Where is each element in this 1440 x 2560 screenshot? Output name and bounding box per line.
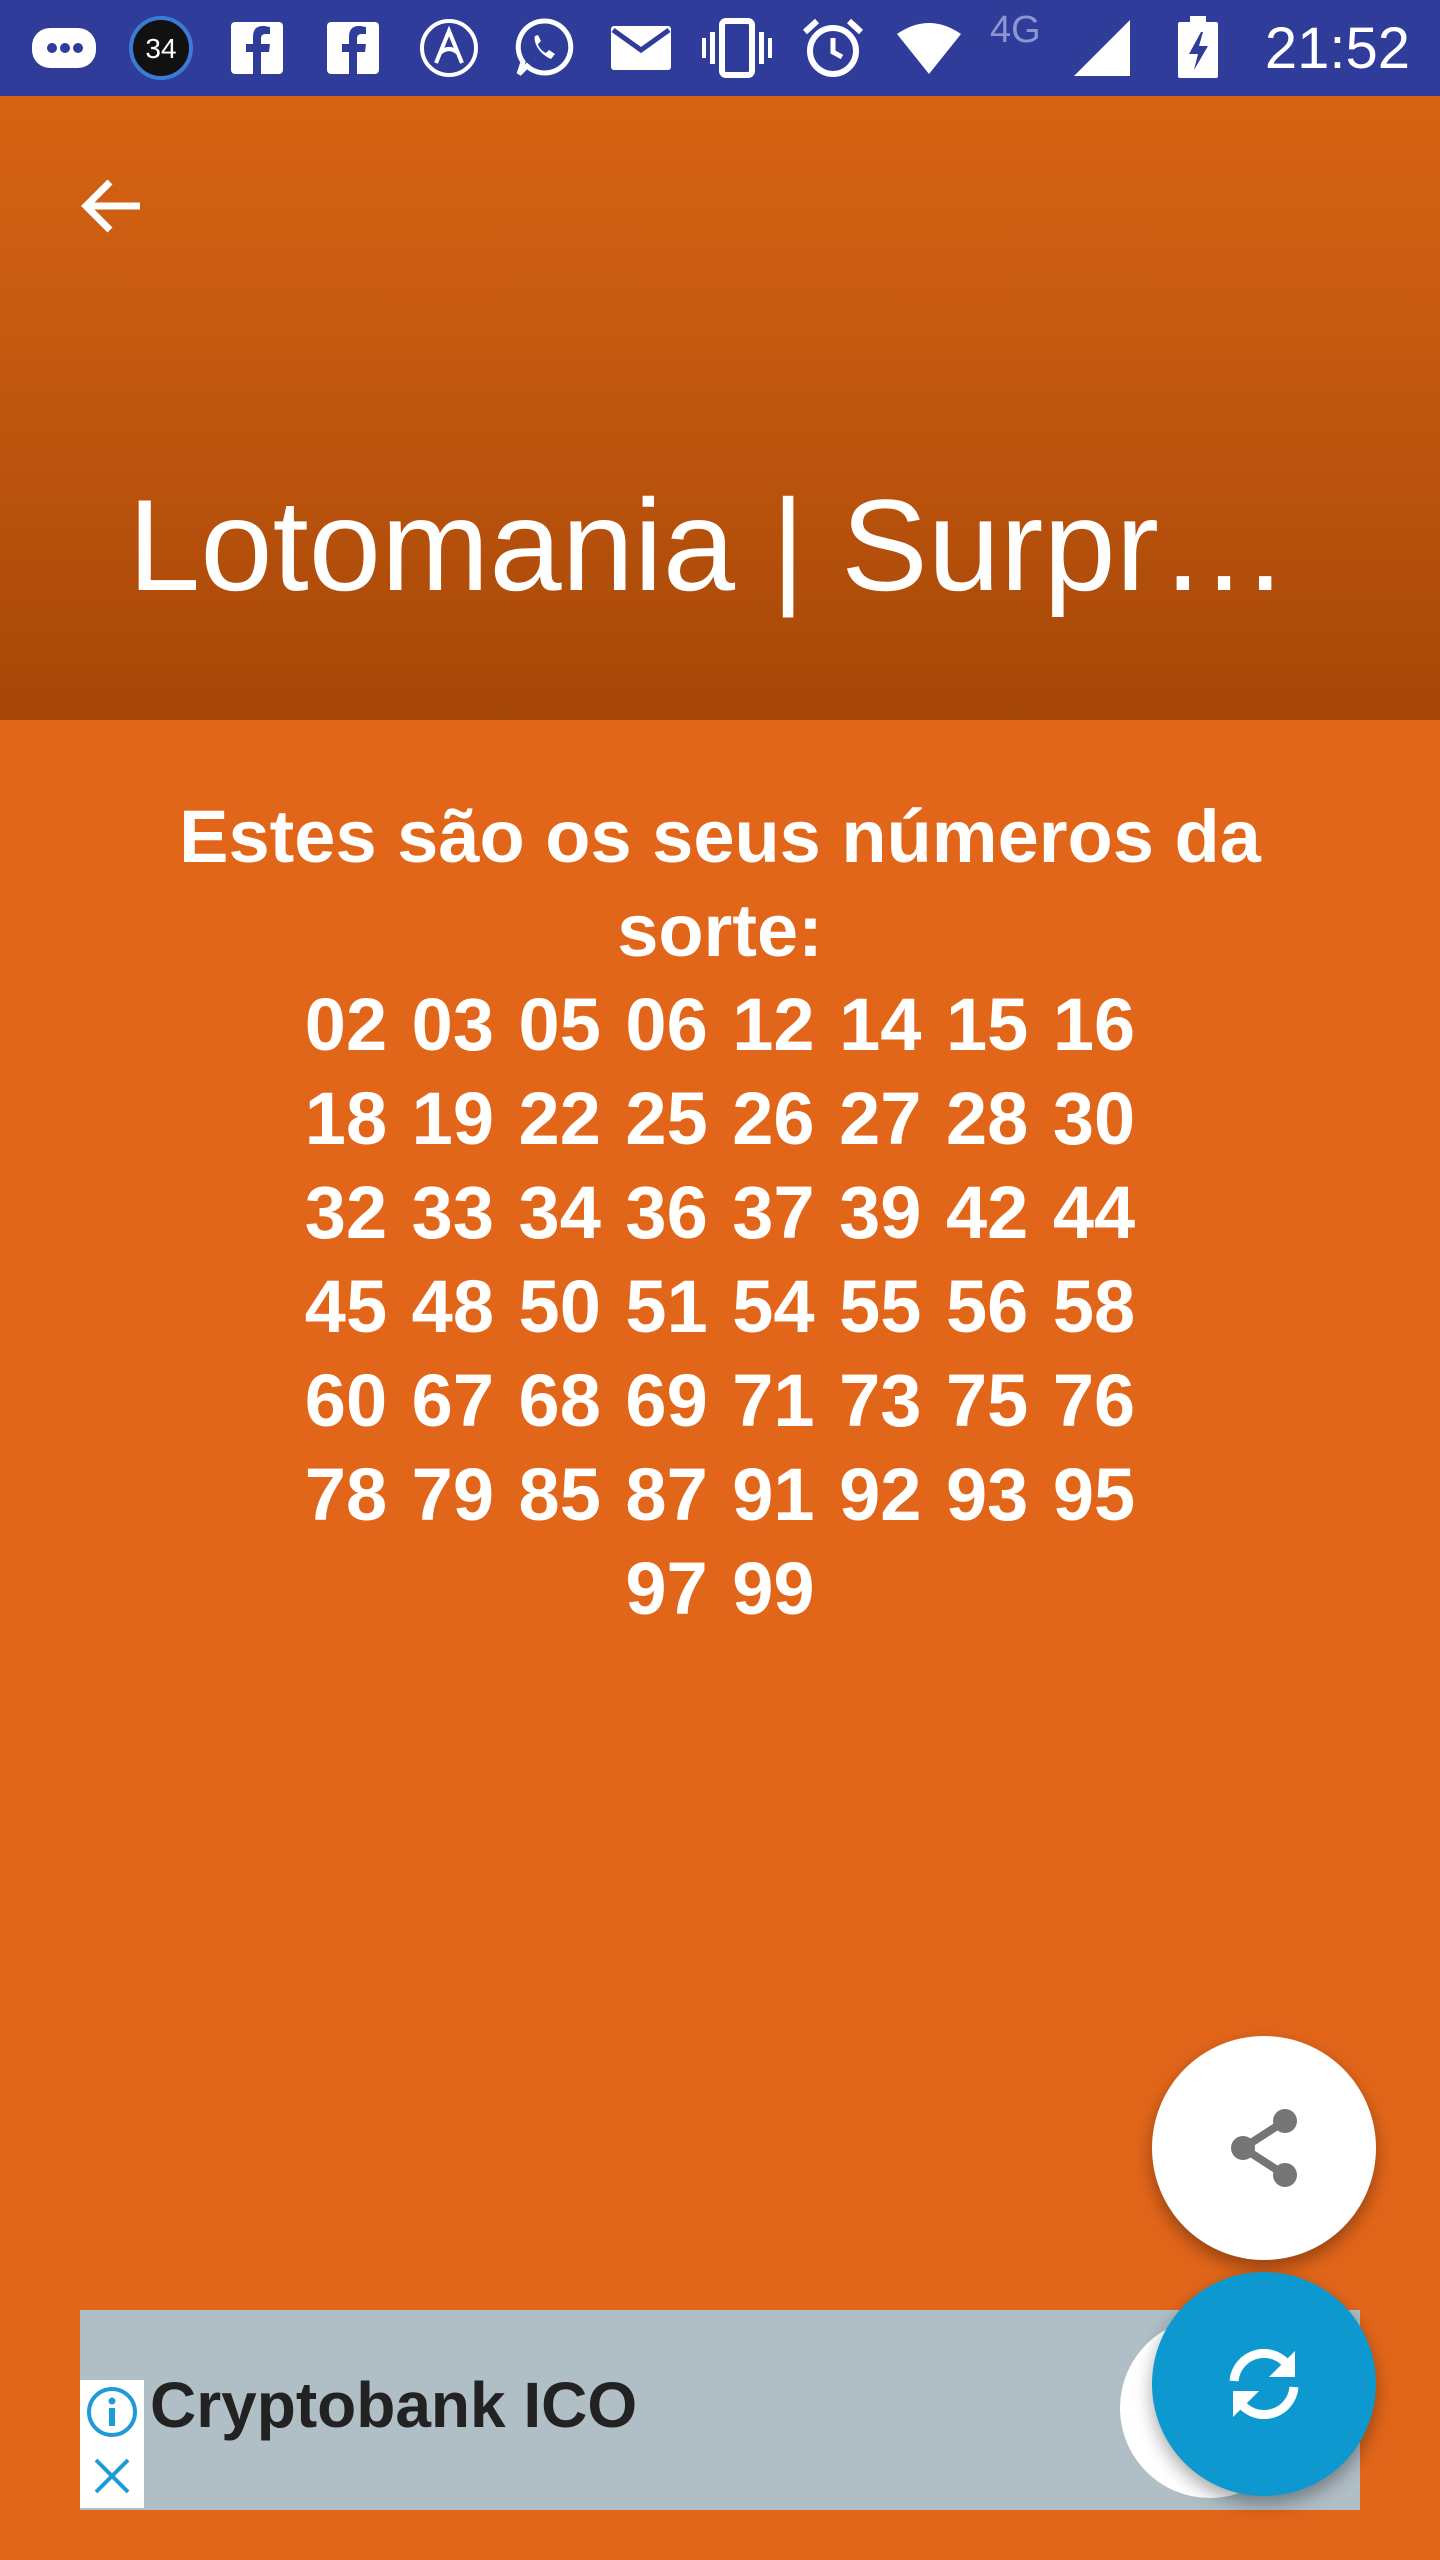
- share-button[interactable]: [1152, 2036, 1376, 2260]
- whatsapp-icon: [510, 13, 580, 83]
- signal-icon: [1067, 13, 1137, 83]
- badge-icon: 34: [126, 13, 196, 83]
- status-icons: 34 4G: [30, 8, 1233, 84]
- clock: 21:52: [1264, 16, 1410, 81]
- lucky-numbers-list: 02 03 05 06 12 14 15 16 18 19 22 25 26 2…: [304, 983, 1136, 1630]
- ad-title[interactable]: Cryptobank ICO: [150, 2368, 637, 2442]
- share-icon: [1231, 2109, 1297, 2187]
- arrow-app-icon: [414, 13, 484, 83]
- facebook-icon: [318, 13, 388, 83]
- status-bar: 34 4G 21:52: [0, 0, 1440, 96]
- alarm-icon: [798, 13, 868, 83]
- page-title: Lotomania | Surpr…: [128, 472, 1289, 618]
- close-icon: [94, 2458, 130, 2494]
- lucky-numbers-content: Estes são os seus números da sorte: 02 0…: [120, 790, 1320, 1636]
- lucky-numbers-heading: Estes são os seus números da sorte:: [179, 795, 1261, 972]
- app-bar: [0, 96, 1440, 720]
- wifi-icon: [894, 13, 964, 83]
- vibrate-icon: [702, 13, 772, 83]
- badge-count: 34: [145, 33, 176, 64]
- message-icon: [30, 13, 100, 83]
- back-arrow-icon: [81, 179, 140, 233]
- facebook-icon: [222, 13, 292, 83]
- refresh-icon: [1229, 2348, 1299, 2420]
- info-icon: [87, 2387, 137, 2437]
- email-icon: [606, 13, 676, 83]
- network-type-label: 4G: [990, 8, 1041, 51]
- battery-icon: [1163, 13, 1233, 83]
- ad-info-button[interactable]: [80, 2380, 144, 2444]
- back-button[interactable]: [64, 158, 160, 254]
- refresh-button[interactable]: [1152, 2272, 1376, 2496]
- ad-close-button[interactable]: [80, 2444, 144, 2508]
